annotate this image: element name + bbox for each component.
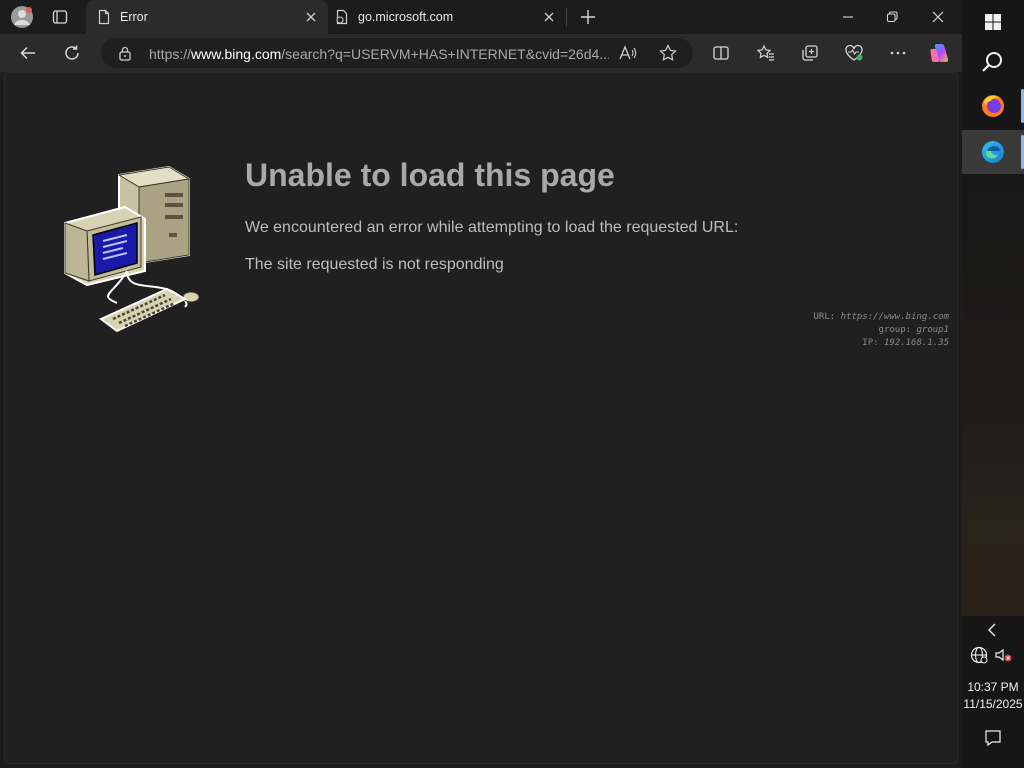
meta-url-row: URL: https://www.bing.com — [814, 311, 949, 324]
more-options-icon[interactable] — [884, 39, 912, 67]
loading-page-icon — [334, 9, 350, 25]
tab-divider — [566, 8, 567, 26]
error-meta-info: URL: https://www.bing.com group: group1 … — [814, 311, 949, 350]
close-icon[interactable] — [302, 8, 320, 26]
minimize-button[interactable] — [826, 4, 870, 30]
browser-window: Error go.microsoft.com https://www.bing.… — [0, 0, 962, 768]
tab-bar: Error go.microsoft.com — [0, 0, 962, 34]
taskbar-background — [962, 176, 1024, 616]
lock-icon[interactable] — [116, 44, 134, 62]
clock-date: 11/15/2025 — [963, 697, 1023, 711]
page-content: Unable to load this page We encountered … — [4, 72, 958, 764]
meta-group-value: group1 — [916, 325, 949, 335]
meta-ip-value: 192.168.1.35 — [883, 338, 949, 348]
profile-avatar-icon[interactable] — [8, 4, 36, 30]
error-message: We encountered an error while attempting… — [245, 219, 739, 236]
address-bar[interactable]: https://www.bing.com/search?q=USERVM+HAS… — [101, 38, 693, 68]
page-icon — [96, 9, 112, 25]
browser-toolbar: https://www.bing.com/search?q=USERVM+HAS… — [0, 34, 962, 72]
clock-time: 10:37 PM — [967, 680, 1019, 694]
meta-ip-row: IP: 192.168.1.35 — [814, 337, 949, 350]
url-scheme: https:// — [149, 46, 192, 62]
network-globe-icon[interactable] — [968, 644, 990, 666]
meta-url-value: https://www.bing.com — [840, 312, 949, 322]
url-host: www.bing.com — [191, 46, 282, 62]
tab-actions-icon[interactable] — [46, 4, 74, 30]
url-text[interactable]: https://www.bing.com/search?q=USERVM+HAS… — [149, 46, 609, 62]
favorites-icon[interactable] — [752, 39, 780, 67]
edge-icon[interactable] — [962, 130, 1024, 174]
meta-group-label: group: — [878, 325, 912, 335]
search-icon[interactable] — [962, 40, 1024, 84]
close-window-button[interactable] — [916, 4, 960, 30]
firefox-icon[interactable] — [962, 84, 1024, 128]
url-path: /search?q=USERVM+HAS+INTERNET&cvid=26d4.… — [281, 46, 609, 62]
error-detail: The site requested is not responding — [245, 256, 504, 273]
taskbar-clock[interactable]: 10:37 PM 11/15/2025 — [962, 679, 1024, 713]
tab-title: Error — [120, 10, 148, 24]
browser-essentials-icon[interactable] — [840, 39, 868, 67]
favorite-star-icon[interactable] — [659, 44, 677, 62]
tab-title: go.microsoft.com — [358, 10, 454, 24]
tab-go-microsoft[interactable]: go.microsoft.com — [330, 0, 566, 34]
volume-muted-icon[interactable] — [992, 644, 1014, 666]
screen: Error go.microsoft.com https://www.bing.… — [0, 0, 1024, 768]
collections-icon[interactable] — [796, 39, 824, 67]
read-aloud-icon[interactable] — [619, 44, 637, 62]
computer-illustration — [64, 165, 200, 333]
tab-error[interactable]: Error — [86, 0, 328, 34]
close-icon[interactable] — [540, 8, 558, 26]
meta-group-row: group: group1 — [814, 324, 949, 337]
meta-ip-label: IP: — [862, 338, 879, 348]
notification-icon[interactable] — [962, 716, 1024, 760]
split-screen-icon[interactable] — [707, 39, 735, 67]
refresh-button[interactable] — [58, 39, 86, 67]
new-tab-button[interactable] — [574, 4, 602, 30]
start-windows-icon[interactable] — [962, 0, 1024, 44]
meta-url-label: URL: — [813, 312, 836, 322]
restore-button[interactable] — [870, 4, 914, 30]
back-button[interactable] — [14, 39, 42, 67]
copilot-icon[interactable] — [926, 39, 954, 67]
page-title: Unable to load this page — [245, 157, 615, 193]
